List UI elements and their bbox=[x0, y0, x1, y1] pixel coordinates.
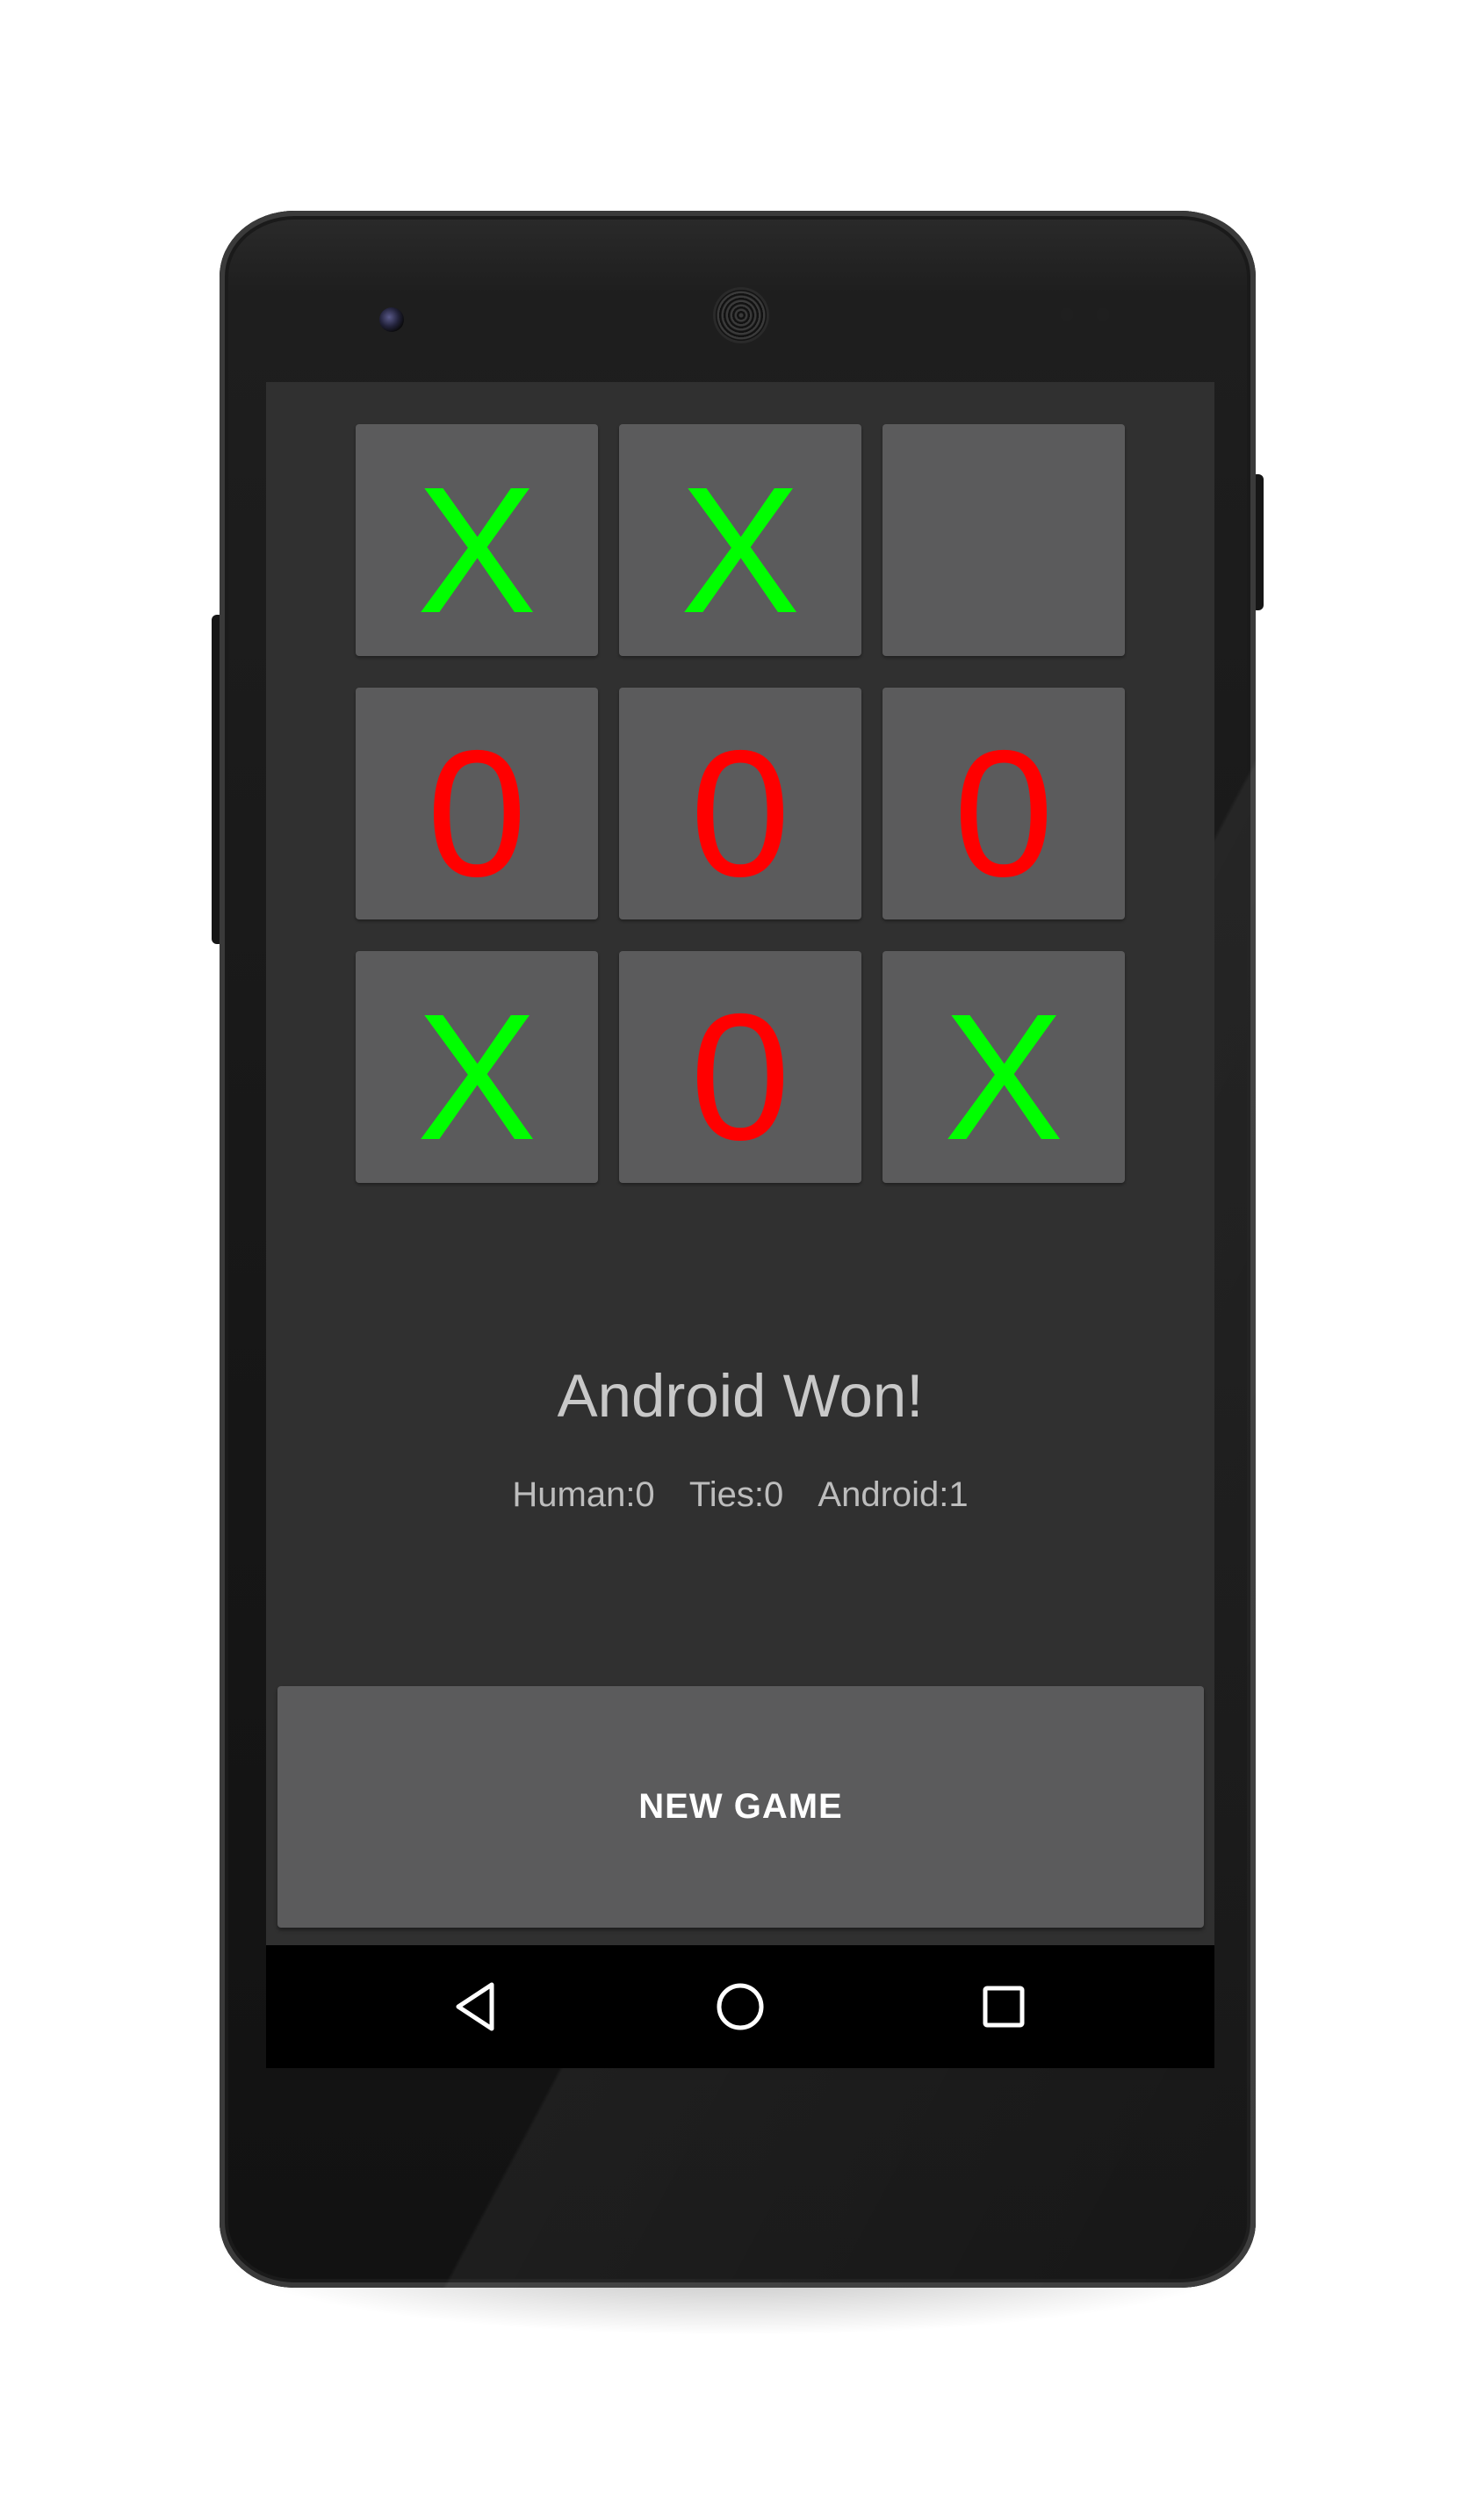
front-camera-icon bbox=[379, 307, 404, 332]
x-mark: X bbox=[680, 449, 801, 651]
o-mark: 0 bbox=[426, 712, 527, 914]
board-cell-4[interactable]: 0 bbox=[356, 688, 598, 919]
board-cell-9[interactable]: X bbox=[882, 951, 1125, 1183]
home-icon[interactable] bbox=[710, 1976, 771, 2037]
board-cell-1[interactable]: X bbox=[356, 424, 598, 656]
new-game-button[interactable]: NEW GAME bbox=[277, 1686, 1204, 1928]
board-cell-8[interactable]: 0 bbox=[619, 951, 861, 1183]
o-mark: 0 bbox=[953, 712, 1054, 914]
board-cell-6[interactable]: 0 bbox=[882, 688, 1125, 919]
game-status-message: Android Won! bbox=[557, 1362, 924, 1430]
earpiece-speaker-icon bbox=[716, 290, 767, 341]
android-score: Android:1 bbox=[818, 1475, 969, 1514]
app-screen: X X 0 0 0 X 0 X Android Won! Human:0 Tie… bbox=[266, 382, 1214, 2068]
x-mark: X bbox=[943, 976, 1064, 1178]
board-cell-3[interactable] bbox=[882, 424, 1125, 656]
board-cell-7[interactable]: X bbox=[356, 951, 598, 1183]
ties-score: Ties:0 bbox=[688, 1475, 784, 1514]
light-sensor-icon bbox=[1096, 307, 1110, 321]
device-stage: X X 0 0 0 X 0 X Android Won! Human:0 Tie… bbox=[0, 0, 1484, 2509]
human-score: Human:0 bbox=[512, 1475, 655, 1514]
x-mark: X bbox=[416, 449, 537, 651]
system-nav-bar bbox=[266, 1945, 1214, 2068]
back-icon[interactable] bbox=[446, 1976, 508, 2037]
o-mark: 0 bbox=[689, 976, 790, 1178]
recents-icon[interactable] bbox=[973, 1976, 1034, 2037]
board-cell-2[interactable]: X bbox=[619, 424, 861, 656]
game-board: X X 0 0 0 X 0 X bbox=[356, 424, 1125, 1186]
score-line: Human:0 Ties:0 Android:1 bbox=[266, 1475, 1214, 1515]
board-cell-5[interactable]: 0 bbox=[619, 688, 861, 919]
x-mark: X bbox=[416, 976, 537, 1178]
proximity-sensor-icon bbox=[1060, 307, 1074, 321]
o-mark: 0 bbox=[689, 712, 790, 914]
